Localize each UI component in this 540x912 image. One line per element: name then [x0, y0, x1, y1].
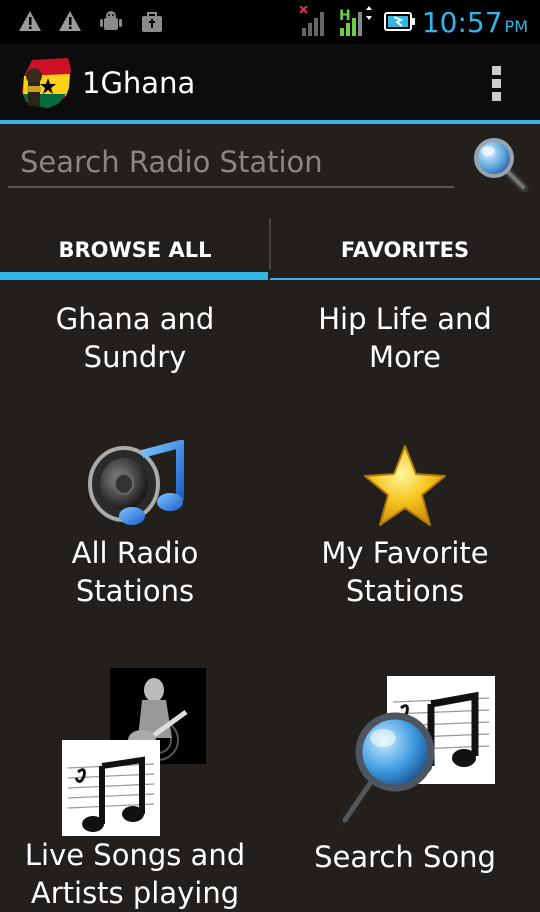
- status-bar: H 10:57 PM: [0, 0, 540, 44]
- search-icon[interactable]: [470, 134, 530, 194]
- grid-item-my-favorite-stations[interactable]: My Favorite Stations: [270, 440, 540, 610]
- warning-icon: [59, 11, 81, 31]
- grid-item-ghana-and-sundry[interactable]: Ghana and Sundry: [0, 300, 270, 376]
- overflow-menu-icon[interactable]: [492, 66, 502, 102]
- ghana-map-logo-icon[interactable]: [18, 56, 74, 110]
- grid-item-label: Ghana and Sundry: [55, 302, 215, 374]
- android-debug-icon: [100, 11, 122, 30]
- grid-item-label: Hip Life and More: [318, 302, 492, 374]
- action-bar: 1Ghana: [0, 44, 540, 122]
- warning-icon: [19, 11, 41, 31]
- active-tab-indicator: [0, 272, 268, 280]
- grid-item-label: All Radio Stations: [71, 536, 199, 608]
- grid-item-label: Live Songs and Artists playing: [24, 838, 246, 910]
- signal-strength-icon: H: [339, 6, 372, 36]
- grid-item-label: Search Song: [314, 840, 496, 874]
- status-clock: 10:57 PM: [421, 6, 528, 39]
- grid-item-all-radio-stations[interactable]: All Radio Stations: [0, 440, 270, 610]
- tab-bar: BROWSE ALL FAVORITES: [0, 216, 540, 284]
- shopping-bag-icon: [142, 12, 162, 32]
- search-area: [0, 124, 540, 216]
- battery-charging-icon: [384, 12, 415, 31]
- app-title: 1Ghana: [82, 66, 196, 100]
- speaker-music-icon: [88, 440, 184, 525]
- guitarist-music-icon: [62, 668, 206, 836]
- grid-item-hip-life-and-more[interactable]: Hip Life and More: [270, 300, 540, 376]
- grid-item-label: My Favorite Stations: [321, 536, 489, 608]
- star-icon: [364, 445, 446, 526]
- search-input[interactable]: [8, 138, 454, 188]
- svg-text:H: H: [339, 8, 351, 24]
- tab-favorites[interactable]: FAVORITES: [270, 216, 540, 284]
- grid-item-search-song[interactable]: Search Song: [270, 672, 540, 876]
- signal-no-service-icon: [300, 6, 324, 36]
- tab-underline: [270, 278, 540, 280]
- grid-item-live-songs-and-artists[interactable]: Live Songs and Artists playing: [0, 668, 270, 912]
- search-music-icon: [337, 676, 495, 828]
